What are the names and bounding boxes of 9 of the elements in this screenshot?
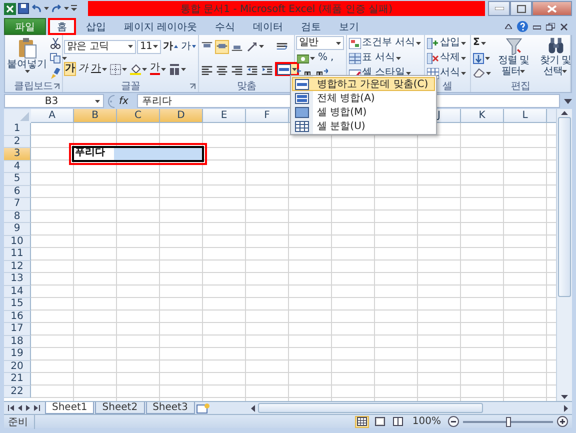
group-label: 글꼴: [120, 80, 140, 92]
group-label: 맞춤: [236, 80, 256, 92]
status-text: 준비: [8, 414, 35, 428]
zoom-level-text: 100%: [411, 416, 442, 427]
formula-label: fx: [119, 96, 130, 106]
window-title: 통합 문서1 - Microsoft Excel (제품 인증 실패): [88, 1, 485, 16]
group-label: 편집: [510, 80, 530, 92]
group-label: 셀: [442, 80, 452, 92]
group-label: 클립보드: [14, 80, 53, 92]
